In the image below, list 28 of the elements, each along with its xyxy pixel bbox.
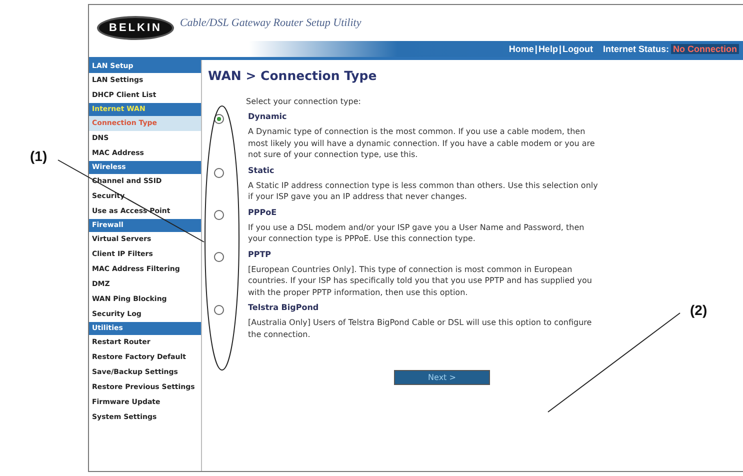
option-title: Dynamic [248, 112, 288, 121]
option-description: [European Countries Only]. This type of connection is most common in European countries. If your ISP has specifically told you that you use PPTP and has supplied you with the proper PPTP information, then use this option. [248, 264, 593, 298]
link-separator: | [534, 44, 538, 54]
brand-logo: BELKIN [97, 16, 174, 40]
callout-number: (1) [30, 148, 48, 164]
next-button[interactable]: Next > [394, 370, 490, 385]
radio-button[interactable] [214, 168, 224, 178]
option-description: A Static IP address connection type is less common than others. Use this selection only if your ISP gave you an IP address that never changes. [248, 180, 599, 202]
option-description: [Australia Only] Users of Telstra BigPond Cable or DSL will use this option to configure the connection. [248, 317, 593, 340]
prompt-text: Select your connection type: [246, 97, 362, 106]
option-title: Static [248, 166, 276, 174]
option-title: PPPoE [248, 208, 278, 216]
option-title: Telstra BigPond [248, 303, 320, 312]
radio-button[interactable] [214, 305, 224, 315]
radio-button[interactable] [214, 210, 224, 220]
header-link[interactable]: Logout [562, 44, 593, 54]
callout-number: (2) [690, 302, 708, 318]
link-separator: | [558, 44, 562, 54]
option-description: If you use a DSL modem and/or your ISP gave you a User Name and Password, then your connection type is PPPoE. Use this connection type. [248, 222, 586, 244]
option-title: PPTP [248, 250, 272, 258]
status-value: No Connection [671, 44, 739, 54]
header-link[interactable]: Home [508, 44, 534, 54]
header-link[interactable]: Help [538, 44, 558, 54]
status-label: Internet Status: [602, 44, 669, 54]
option-description: A Dynamic type of connection is the most common. If you use a cable modem, then most likely you will have a dynamic connection. If you have a cable modem or you are not sure of your connection type, use this. [248, 126, 596, 160]
radio-button[interactable] [214, 252, 224, 262]
page-title: WAN > Connection Type [208, 68, 378, 83]
app-tagline: Cable/DSL Gateway Router Setup Utility [180, 17, 362, 29]
